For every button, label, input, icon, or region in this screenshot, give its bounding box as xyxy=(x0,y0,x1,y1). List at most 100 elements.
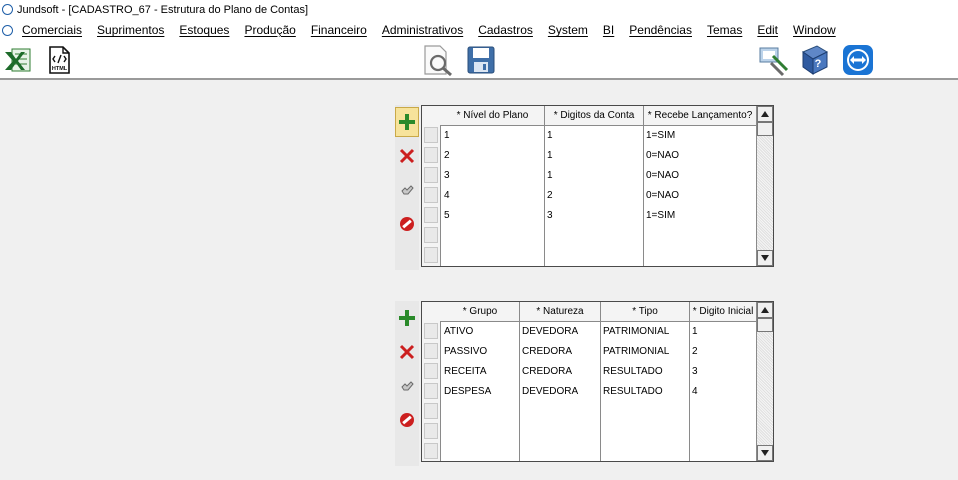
grid1-cell[interactable]: 1 xyxy=(545,146,553,166)
grid2-header-grupo[interactable]: * Grupo xyxy=(441,302,519,321)
scroll-thumb[interactable] xyxy=(757,318,773,332)
close-icon xyxy=(399,148,415,164)
scroll-up-arrow[interactable] xyxy=(757,302,773,318)
grid1-header-recebe[interactable]: * Recebe Lançamento? xyxy=(643,106,756,125)
menu-system[interactable]: System xyxy=(548,23,588,37)
row-selector[interactable] xyxy=(424,127,438,143)
row-selector[interactable] xyxy=(424,443,438,459)
grid2-delete-button[interactable] xyxy=(395,337,419,367)
row-selector[interactable] xyxy=(424,383,438,399)
scroll-down-arrow[interactable] xyxy=(757,250,773,266)
grid1-add-button[interactable] xyxy=(395,107,419,137)
grid2-cell[interactable]: ATIVO xyxy=(442,322,473,342)
grid-grupos[interactable]: * Grupo * Natureza * Tipo * Digito Inici… xyxy=(421,301,774,462)
grid2-cell[interactable]: 1 xyxy=(690,322,698,342)
grid2-cell[interactable]: PASSIVO xyxy=(442,342,487,362)
menu-edit[interactable]: Edit xyxy=(757,23,778,37)
scroll-thumb[interactable] xyxy=(757,122,773,136)
menu-producao[interactable]: Produção xyxy=(244,23,295,37)
grid1-cell[interactable]: 0=NAO xyxy=(644,166,679,186)
preview-search-icon[interactable] xyxy=(421,43,455,77)
grid1-cell[interactable]: 0=NAO xyxy=(644,146,679,166)
row-selector[interactable] xyxy=(424,207,438,223)
menu-pendencias[interactable]: Pendências xyxy=(629,23,692,37)
svg-text:HTML: HTML xyxy=(52,66,68,72)
grid1-cell[interactable]: 1 xyxy=(545,166,553,186)
grid1-header-nivel[interactable]: * Nível do Plano xyxy=(441,106,544,125)
grid2-scrollbar[interactable] xyxy=(756,302,773,461)
grid2-cell[interactable]: CREDORA xyxy=(520,362,572,382)
grid2-cell[interactable]: RESULTADO xyxy=(601,362,663,382)
row-selector[interactable] xyxy=(424,227,438,243)
grid2-cell[interactable]: PATRIMONIAL xyxy=(601,322,669,342)
grid2-header-digito[interactable]: * Digito Inicial xyxy=(689,302,756,321)
scroll-down-arrow[interactable] xyxy=(757,445,773,461)
grid1-cell[interactable]: 2 xyxy=(442,146,450,166)
grid1-header: * Nível do Plano * Digitos da Conta * Re… xyxy=(422,106,773,126)
menu-suprimentos[interactable]: Suprimentos xyxy=(97,23,164,37)
row-selector[interactable] xyxy=(424,247,438,263)
excel-export-icon[interactable] xyxy=(3,45,33,75)
scroll-up-arrow[interactable] xyxy=(757,106,773,122)
row-selector[interactable] xyxy=(424,343,438,359)
grid2-cell[interactable]: DEVEDORA xyxy=(520,382,578,402)
menu-temas[interactable]: Temas xyxy=(707,23,742,37)
grid2-add-button[interactable] xyxy=(395,303,419,333)
grid2-cell[interactable]: 4 xyxy=(690,382,698,402)
row-selector[interactable] xyxy=(424,167,438,183)
close-icon xyxy=(399,344,415,360)
menu-cadastros[interactable]: Cadastros xyxy=(478,23,533,37)
menu-window[interactable]: Window xyxy=(793,23,836,37)
grid2-cell[interactable]: CREDORA xyxy=(520,342,572,362)
grid2-cell[interactable]: DESPESA xyxy=(442,382,491,402)
grid1-cancel-button[interactable] xyxy=(395,209,419,239)
grid1-cell[interactable]: 2 xyxy=(545,186,553,206)
grid1-cell[interactable]: 1 xyxy=(442,126,450,146)
menu-administrativos[interactable]: Administrativos xyxy=(382,23,463,37)
save-icon[interactable] xyxy=(466,45,496,75)
plus-icon xyxy=(399,114,415,130)
menu-comerciais[interactable]: Comerciais xyxy=(22,23,82,37)
grid1-edit-button[interactable] xyxy=(395,175,419,205)
row-selector[interactable] xyxy=(424,403,438,419)
grid1-cell[interactable]: 0=NAO xyxy=(644,186,679,206)
menu-bi[interactable]: BI xyxy=(603,23,614,37)
row-selector[interactable] xyxy=(424,147,438,163)
menu-financeiro[interactable]: Financeiro xyxy=(311,23,367,37)
grid1-cell[interactable]: 1 xyxy=(545,126,553,146)
grid2-cell[interactable]: PATRIMONIAL xyxy=(601,342,669,362)
row-selector[interactable] xyxy=(424,323,438,339)
grid1-cell[interactable]: 1=SIM xyxy=(644,126,675,146)
grid2-cell[interactable]: DEVEDORA xyxy=(520,322,578,342)
html-export-icon[interactable]: HTML xyxy=(44,45,74,75)
grid1-cell[interactable]: 1=SIM xyxy=(644,206,675,226)
grid1-header-digitos[interactable]: * Digitos da Conta xyxy=(544,106,643,125)
menu-estoques[interactable]: Estoques xyxy=(179,23,229,37)
toolbar: HTML ? xyxy=(0,41,958,80)
grid1-cell[interactable]: 4 xyxy=(442,186,450,206)
app-icon xyxy=(2,4,13,15)
system-menu-icon[interactable] xyxy=(2,24,13,36)
grid2-header-natureza[interactable]: * Natureza xyxy=(519,302,600,321)
tools-icon[interactable] xyxy=(757,43,791,77)
grid-nivel-plano[interactable]: * Nível do Plano * Digitos da Conta * Re… xyxy=(421,105,774,267)
grid1-row-selectors xyxy=(422,125,441,266)
grid2-header-tipo[interactable]: * Tipo xyxy=(600,302,689,321)
no-entry-icon xyxy=(400,217,414,231)
row-selector[interactable] xyxy=(424,423,438,439)
grid2-cell[interactable]: 2 xyxy=(690,342,698,362)
row-selector[interactable] xyxy=(424,187,438,203)
row-selector[interactable] xyxy=(424,363,438,379)
grid1-cell[interactable]: 3 xyxy=(545,206,553,226)
grid2-cell[interactable]: RESULTADO xyxy=(601,382,663,402)
remote-support-icon[interactable] xyxy=(842,44,874,76)
grid1-cell[interactable]: 5 xyxy=(442,206,450,226)
grid2-cell[interactable]: RECEITA xyxy=(442,362,487,382)
grid2-edit-button[interactable] xyxy=(395,371,419,401)
grid1-scrollbar[interactable] xyxy=(756,106,773,266)
grid2-cancel-button[interactable] xyxy=(395,405,419,435)
grid2-cell[interactable]: 3 xyxy=(690,362,698,382)
grid1-cell[interactable]: 3 xyxy=(442,166,450,186)
grid1-delete-button[interactable] xyxy=(395,141,419,171)
help-book-icon[interactable]: ? xyxy=(797,43,831,77)
